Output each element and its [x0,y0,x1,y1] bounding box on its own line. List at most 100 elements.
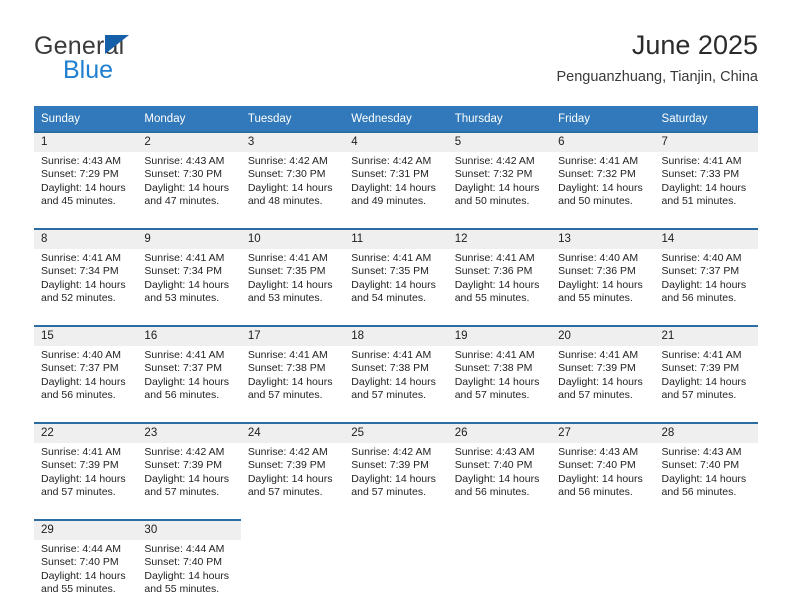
day-number[interactable]: 21 [654,325,758,346]
sunrise-text: Sunrise: 4:41 AM [247,349,328,361]
daylight-1-text: Daylight: 14 hours [247,278,333,291]
day-number[interactable]: 10 [240,228,345,249]
sunset-text: Sunset: 7:40 PM [41,556,119,569]
sunset-text: Sunset: 7:40 PM [144,556,223,569]
daylight-1-text: Daylight: 14 hours [41,569,126,582]
daylight-2-text: and 53 minutes. [144,292,220,305]
daylight-1-text: Daylight: 14 hours [558,472,643,485]
sunset-text: Sunset: 7:39 PM [41,459,119,472]
sunrise-text: Sunrise: 4:43 AM [558,446,639,458]
day-number[interactable]: 27 [551,422,655,443]
daylight-1-text: Daylight: 14 hours [454,472,540,485]
week-daynumber-row: 15 16 17 18 19 20 21 [34,325,758,346]
daylight-1-text: Daylight: 14 hours [454,181,540,194]
day-number[interactable]: 7 [654,131,758,152]
day-number[interactable]: 28 [654,422,758,443]
day-number[interactable]: 24 [240,422,345,443]
brand-logo[interactable]: General Blue [34,32,254,88]
day-number[interactable]: 4 [344,131,448,152]
day-detail-cell: Sunrise: 4:42 AM Sunset: 7:39 PM Daylight:… [137,443,241,520]
calendar-page: General Blue June 2025 Penguanzhuang, Ti… [0,0,792,616]
sunrise-text: Sunrise: 4:43 AM [144,155,225,167]
daylight-1-text: Daylight: 14 hours [41,278,126,291]
sunrise-text: Sunrise: 4:41 AM [661,349,742,361]
sunset-text: Sunset: 7:38 PM [351,362,429,375]
sunset-text: Sunset: 7:37 PM [144,362,223,375]
daylight-1-text: Daylight: 14 hours [247,181,333,194]
day-number[interactable]: 6 [551,131,655,152]
daylight-2-text: and 49 minutes. [351,195,426,208]
day-number[interactable]: 19 [447,325,552,346]
sunrise-text: Sunrise: 4:42 AM [144,446,225,458]
week-daynumber-row: 29 30 [34,519,758,540]
daylight-1-text: Daylight: 14 hours [661,181,747,194]
day-number[interactable]: 17 [240,325,345,346]
day-detail-cell: Sunrise: 4:41 AM Sunset: 7:35 PM Daylight:… [240,249,345,326]
day-number[interactable]: 5 [447,131,552,152]
weekday-header-thursday: Thursday [447,106,552,132]
day-number[interactable]: 29 [34,519,138,540]
day-detail-cell: Sunrise: 4:42 AM Sunset: 7:30 PM Daylight:… [240,152,345,229]
sunrise-text: Sunrise: 4:41 AM [351,252,432,264]
day-number[interactable]: 15 [34,325,138,346]
day-number[interactable]: 12 [447,228,552,249]
daylight-2-text: and 56 minutes. [661,292,737,305]
weekday-header-saturday: Saturday [654,106,758,132]
day-number[interactable]: 11 [344,228,448,249]
day-number[interactable]: 26 [447,422,552,443]
sunset-text: Sunset: 7:40 PM [661,459,740,472]
sunset-text: Sunset: 7:39 PM [144,459,223,472]
day-number[interactable]: 14 [654,228,758,249]
daylight-2-text: and 51 minutes. [661,195,737,208]
day-number[interactable]: 3 [240,131,345,152]
week-detail-row: Sunrise: 4:44 AM Sunset: 7:40 PM Daylight:… [34,540,758,616]
day-number[interactable]: 20 [551,325,655,346]
daylight-2-text: and 56 minutes. [144,389,220,402]
day-number[interactable]: 30 [137,519,241,540]
day-detail-cell: Sunrise: 4:43 AM Sunset: 7:40 PM Daylight:… [551,443,655,520]
day-cell-empty [551,520,655,540]
day-cell-empty [447,520,552,540]
week-detail-row: Sunrise: 4:40 AM Sunset: 7:37 PM Daylight:… [34,346,758,423]
day-number[interactable]: 16 [137,325,241,346]
daylight-2-text: and 57 minutes. [454,389,530,402]
sunrise-text: Sunrise: 4:42 AM [247,155,328,167]
daylight-2-text: and 57 minutes. [41,486,116,499]
day-number[interactable]: 8 [34,228,138,249]
sunset-text: Sunset: 7:34 PM [41,265,119,278]
daylight-2-text: and 55 minutes. [558,292,633,305]
day-number[interactable]: 1 [34,131,138,152]
day-number[interactable]: 23 [137,422,241,443]
daylight-2-text: and 57 minutes. [247,389,323,402]
day-number[interactable]: 13 [551,228,655,249]
day-detail-cell: Sunrise: 4:41 AM Sunset: 7:36 PM Daylight:… [447,249,552,326]
day-number[interactable]: 25 [344,422,448,443]
day-number[interactable]: 22 [34,422,138,443]
location-subtitle: Penguanzhuang, Tianjin, China [556,69,758,85]
day-number[interactable]: 9 [137,228,241,249]
sunset-text: Sunset: 7:30 PM [144,168,223,181]
sunset-text: Sunset: 7:38 PM [454,362,533,375]
sunrise-text: Sunrise: 4:41 AM [558,349,639,361]
sunset-text: Sunset: 7:36 PM [454,265,533,278]
daylight-2-text: and 54 minutes. [351,292,426,305]
sunrise-text: Sunrise: 4:44 AM [144,543,225,555]
daylight-2-text: and 50 minutes. [558,195,633,208]
daylight-2-text: and 52 minutes. [41,292,116,305]
daylight-1-text: Daylight: 14 hours [351,278,436,291]
day-number[interactable]: 18 [344,325,448,346]
day-detail-cell: Sunrise: 4:41 AM Sunset: 7:34 PM Daylight:… [34,249,138,326]
sunset-text: Sunset: 7:39 PM [661,362,740,375]
daylight-1-text: Daylight: 14 hours [661,375,747,388]
week-detail-row: Sunrise: 4:41 AM Sunset: 7:39 PM Daylight:… [34,443,758,520]
daylight-1-text: Daylight: 14 hours [454,375,540,388]
sunset-text: Sunset: 7:31 PM [351,168,429,181]
daylight-2-text: and 55 minutes. [144,583,220,596]
sunrise-text: Sunrise: 4:40 AM [558,252,639,264]
daylight-2-text: and 57 minutes. [247,486,323,499]
day-detail-empty [551,540,655,616]
day-number[interactable]: 2 [137,131,241,152]
sunrise-text: Sunrise: 4:43 AM [454,446,535,458]
day-detail-cell: Sunrise: 4:41 AM Sunset: 7:37 PM Daylight:… [137,346,241,423]
daylight-2-text: and 55 minutes. [454,292,530,305]
